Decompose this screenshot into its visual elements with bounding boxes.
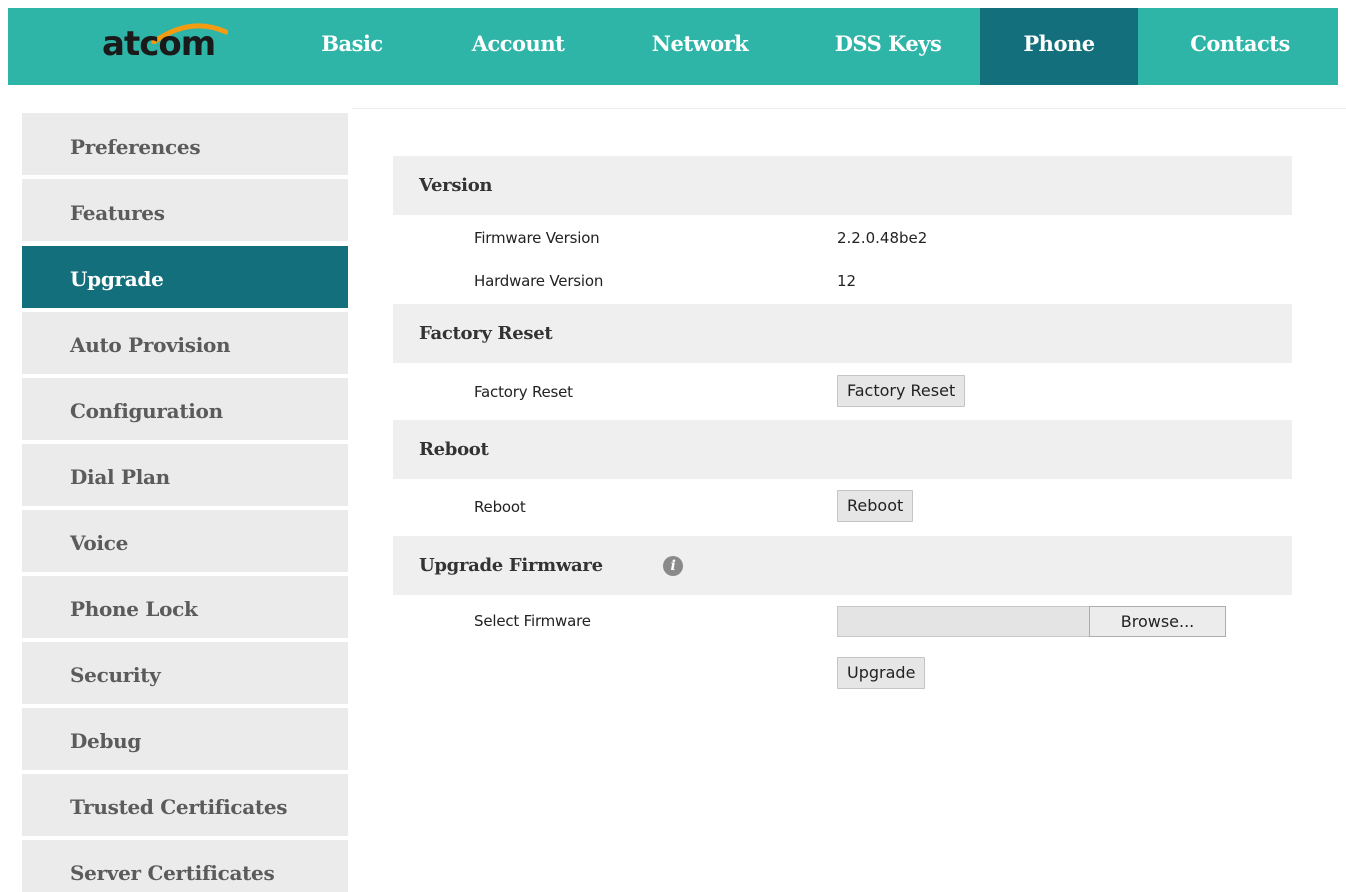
section-header-version: Version — [393, 156, 1292, 215]
nav-tab-network[interactable]: Network — [626, 8, 774, 85]
sidebar-item-upgrade[interactable]: Upgrade — [22, 246, 348, 310]
atcom-logo: atcom — [102, 22, 262, 72]
select-firmware-label: Select Firmware — [474, 612, 591, 630]
logo-text: atcom — [102, 24, 216, 64]
sidebar-item-server-certificates[interactable]: Server Certificates — [22, 840, 348, 892]
factory-reset-button[interactable]: Factory Reset — [837, 375, 966, 407]
section-header-factory-reset: Factory Reset — [393, 304, 1292, 363]
sidebar-item-trusted-certificates[interactable]: Trusted Certificates — [22, 774, 348, 838]
sidebar-item-preferences[interactable]: Preferences — [22, 113, 348, 177]
sidebar-item-configuration[interactable]: Configuration — [22, 378, 348, 442]
section-title-reboot: Reboot — [419, 439, 489, 460]
sidebar-item-debug[interactable]: Debug — [22, 708, 348, 772]
sidebar-item-features[interactable]: Features — [22, 179, 348, 243]
firmware-version-value: 2.2.0.48be2 — [837, 229, 928, 247]
section-header-reboot: Reboot — [393, 420, 1292, 479]
reboot-label: Reboot — [474, 498, 526, 516]
section-title-version: Version — [419, 175, 493, 196]
sidebar: Preferences Features Upgrade Auto Provis… — [22, 113, 348, 892]
hardware-version-value: 12 — [837, 272, 857, 290]
sidebar-item-auto-provision[interactable]: Auto Provision — [22, 312, 348, 376]
content-divider — [352, 108, 1346, 109]
hardware-version-label: Hardware Version — [474, 272, 604, 290]
sidebar-item-phone-lock[interactable]: Phone Lock — [22, 576, 348, 640]
firmware-version-label: Firmware Version — [474, 229, 600, 247]
nav-tab-dss-keys[interactable]: DSS Keys — [808, 8, 968, 85]
nav-tab-basic[interactable]: Basic — [308, 8, 396, 85]
info-icon[interactable]: i — [663, 556, 683, 576]
nav-tab-account[interactable]: Account — [448, 8, 588, 85]
upgrade-button[interactable]: Upgrade — [837, 657, 926, 689]
nav-tab-contacts[interactable]: Contacts — [1160, 8, 1320, 85]
firmware-file-input[interactable] — [837, 606, 1089, 637]
top-navigation-bar: atcom Basic Account Network DSS Keys Pho… — [8, 8, 1338, 85]
sidebar-item-dial-plan[interactable]: Dial Plan — [22, 444, 348, 508]
section-title-factory-reset: Factory Reset — [419, 323, 553, 344]
sidebar-item-voice[interactable]: Voice — [22, 510, 348, 574]
reboot-button[interactable]: Reboot — [837, 490, 914, 522]
section-title-upgrade-firmware: Upgrade Firmware — [419, 555, 603, 576]
nav-tab-phone[interactable]: Phone — [980, 8, 1138, 85]
sidebar-item-security[interactable]: Security — [22, 642, 348, 706]
factory-reset-label: Factory Reset — [474, 383, 573, 401]
section-header-upgrade-firmware: Upgrade Firmware i — [393, 536, 1292, 595]
browse-button[interactable]: Browse... — [1089, 606, 1226, 637]
